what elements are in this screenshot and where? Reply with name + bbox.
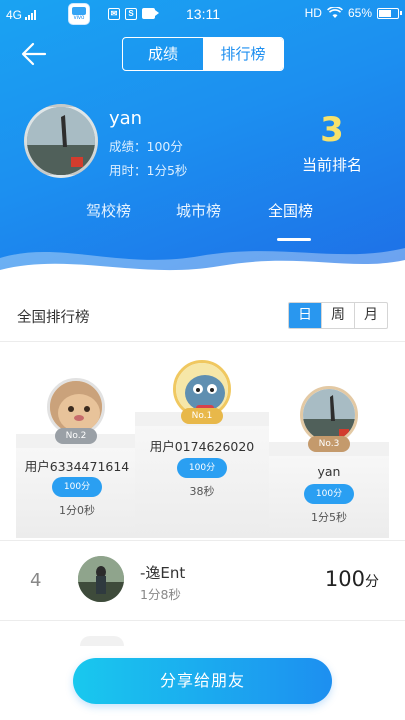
signal-icon [25,10,37,20]
arrow-left-icon [21,42,47,66]
s-app-icon: S [125,8,137,20]
period-week[interactable]: 周 [321,303,354,328]
tab-city[interactable]: 城市榜 [176,200,221,221]
wifi-icon [327,7,343,18]
app-notification-icon: vivo [68,3,90,25]
battery-percent: 65% [347,6,372,20]
second-name: 用户6334471614 [24,459,130,474]
hd-label: HD [304,6,322,20]
clock: 13:11 [186,6,220,22]
my-name: yan [109,108,143,129]
third-score: 100分 [304,484,354,504]
first-score: 100分 [177,458,227,478]
tab-national[interactable]: 全国榜 [268,200,313,221]
third-name: yan [317,464,341,479]
list-item-avatar [80,636,124,646]
notification-icon: ✉ [108,8,120,20]
list-item-avatar [78,556,124,602]
view-segment-control: 成绩 排行榜 [122,37,284,71]
podium: No.2 用户6334471614 100分 1分0秒 No.1 用户01746… [0,350,405,540]
period-month[interactable]: 月 [354,303,387,328]
tab-leaderboard[interactable]: 排行榜 [203,38,283,70]
period-day[interactable]: 日 [289,303,321,328]
second-badge: No.2 [55,428,97,444]
battery-icon [377,7,402,19]
divider [0,620,405,621]
list-item-score: 100分 [324,567,379,591]
back-button[interactable] [18,40,50,68]
share-button[interactable]: 分享给朋友 [73,658,332,704]
my-time: 用时：1分5秒 [109,163,188,178]
my-score: 成绩：100分 [109,139,183,154]
period-selector: 日 周 月 [288,302,388,329]
first-badge: No.1 [181,408,223,424]
list-item[interactable]: 4 -逸Ent 1分8秒 100分 [0,540,405,620]
divider [0,341,405,342]
third-badge: No.3 [308,436,350,452]
list-item-name: -逸Ent [140,564,186,582]
third-time: 1分5秒 [311,511,347,524]
my-rank-label: 当前排名 [301,156,362,174]
video-icon [142,8,159,19]
tab-school[interactable]: 驾校榜 [86,200,131,221]
active-tab-indicator [277,238,311,241]
list-title: 全国排行榜 [17,310,90,326]
second-time: 1分0秒 [59,504,95,517]
list-item-rank: 4 [30,570,42,591]
tab-score[interactable]: 成绩 [123,38,203,70]
scope-tabs: 驾校榜 城市榜 全国榜 [0,200,405,240]
first-name: 用户0174626020 [149,439,255,454]
my-avatar [24,104,98,178]
second-score: 100分 [52,477,102,497]
status-bar: 4G vivo ✉ S 13:11 HD 65% [0,0,405,30]
list-item-time: 1分8秒 [140,587,181,602]
first-time: 38秒 [189,485,215,498]
network-label: 4G [6,8,23,22]
my-rank-number: 3 [320,110,344,150]
